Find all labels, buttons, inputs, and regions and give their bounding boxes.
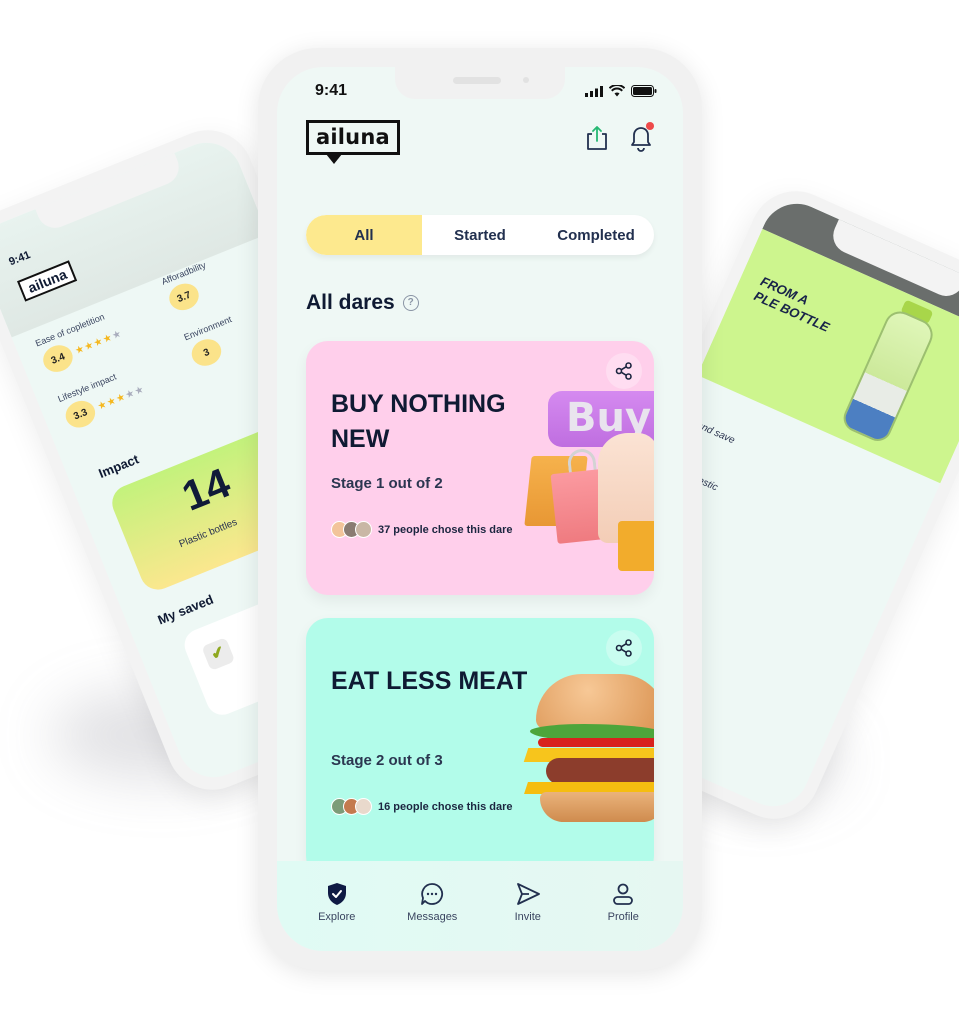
logo-speech-tail	[326, 154, 342, 164]
star-rating: ★★★★★	[73, 327, 124, 357]
dare-share-button[interactable]	[606, 630, 642, 666]
saved-title: My saved	[155, 591, 216, 628]
share-upload-icon	[587, 126, 607, 150]
dare-card-buy-nothing-new[interactable]: Buy BUY NOTHING NEW Stage 1 out of 2 37 …	[306, 341, 654, 595]
share-icon	[615, 362, 632, 380]
participants-text: 16 people chose this dare	[378, 800, 513, 813]
signal-icon	[585, 85, 603, 97]
main-phone: 9:41 ailuna All Started Completed All da…	[258, 48, 702, 970]
help-icon[interactable]: ?	[402, 295, 419, 311]
share-button[interactable]	[583, 124, 611, 152]
hero-title: FROM A PLE BOTTLE	[751, 273, 832, 335]
impact-value: 14	[175, 458, 237, 520]
nav-label: Explore	[318, 911, 356, 923]
metric-value-badge: 3.7	[165, 279, 203, 315]
section-header: All dares ?	[306, 291, 419, 315]
chat-bubble-icon	[421, 883, 444, 905]
metric-environment: Environment 3	[182, 314, 244, 371]
participants-text: 37 people chose this dare	[378, 523, 513, 536]
nav-explore[interactable]: Explore	[297, 861, 377, 951]
nav-messages[interactable]: Messages	[392, 861, 472, 951]
dare-stage: Stage 2 out of 3	[331, 752, 443, 769]
metric-value-badge: 3.4	[39, 340, 77, 377]
bottle-illustration	[839, 306, 938, 446]
camera	[523, 77, 529, 83]
avatar	[355, 798, 372, 815]
burger-bun-top	[536, 674, 654, 729]
checkmark-icon: ✔	[201, 637, 236, 671]
star-rating: ★★★★★	[95, 383, 147, 413]
nav-label: Profile	[607, 911, 639, 923]
battery-icon	[631, 85, 657, 97]
bottom-navigation: Explore Messages Invite Profile	[277, 861, 683, 951]
impact-title: Impact	[96, 451, 141, 481]
dare-participants: 16 people chose this dare	[331, 798, 513, 815]
dare-title: EAT LESS MEAT	[331, 667, 528, 695]
notch	[395, 67, 565, 99]
nav-label: Messages	[407, 911, 458, 923]
notifications-button[interactable]	[627, 122, 655, 152]
impact-label: Plastic bottles	[177, 516, 239, 551]
logo-text: ailuna	[306, 120, 400, 155]
dare-card-eat-less-meat[interactable]: EAT LESS MEAT Stage 2 out of 3 16 people…	[306, 618, 654, 878]
ailuna-logo[interactable]: ailuna	[306, 120, 400, 164]
send-icon	[516, 883, 540, 905]
share-icon	[615, 639, 632, 657]
speaker	[453, 77, 501, 84]
tab-completed[interactable]: Completed	[538, 215, 654, 255]
dare-title: BUY NOTHING NEW	[331, 390, 506, 453]
metric-value-badge: 3.3	[61, 396, 100, 432]
metric-value-badge: 3	[187, 334, 226, 371]
avatar-group	[331, 798, 372, 815]
nav-profile[interactable]: Profile	[583, 861, 663, 951]
dare-stage: Stage 1 out of 2	[331, 475, 443, 492]
user-icon	[613, 883, 634, 905]
filter-tabs: All Started Completed	[306, 215, 654, 255]
section-title: All dares	[306, 291, 395, 314]
wifi-icon	[609, 85, 625, 97]
nav-invite[interactable]: Invite	[488, 861, 568, 951]
tab-all[interactable]: All	[306, 215, 422, 255]
status-icons	[585, 85, 657, 97]
status-time: 9:41	[315, 82, 348, 99]
tab-started[interactable]: Started	[422, 215, 538, 255]
dare-participants: 37 people chose this dare	[331, 521, 513, 538]
burger-bun-bottom	[540, 792, 654, 822]
avatar-group	[331, 521, 372, 538]
avatar	[355, 521, 372, 538]
metric-lifestyle: Lifestyle impact 3.3 ★★★★★	[56, 363, 149, 432]
nav-label: Invite	[514, 911, 541, 923]
shield-check-icon	[327, 883, 346, 905]
dare-share-button[interactable]	[606, 353, 642, 389]
main-screen: 9:41 ailuna All Started Completed All da…	[277, 67, 683, 951]
notification-dot	[646, 122, 654, 130]
